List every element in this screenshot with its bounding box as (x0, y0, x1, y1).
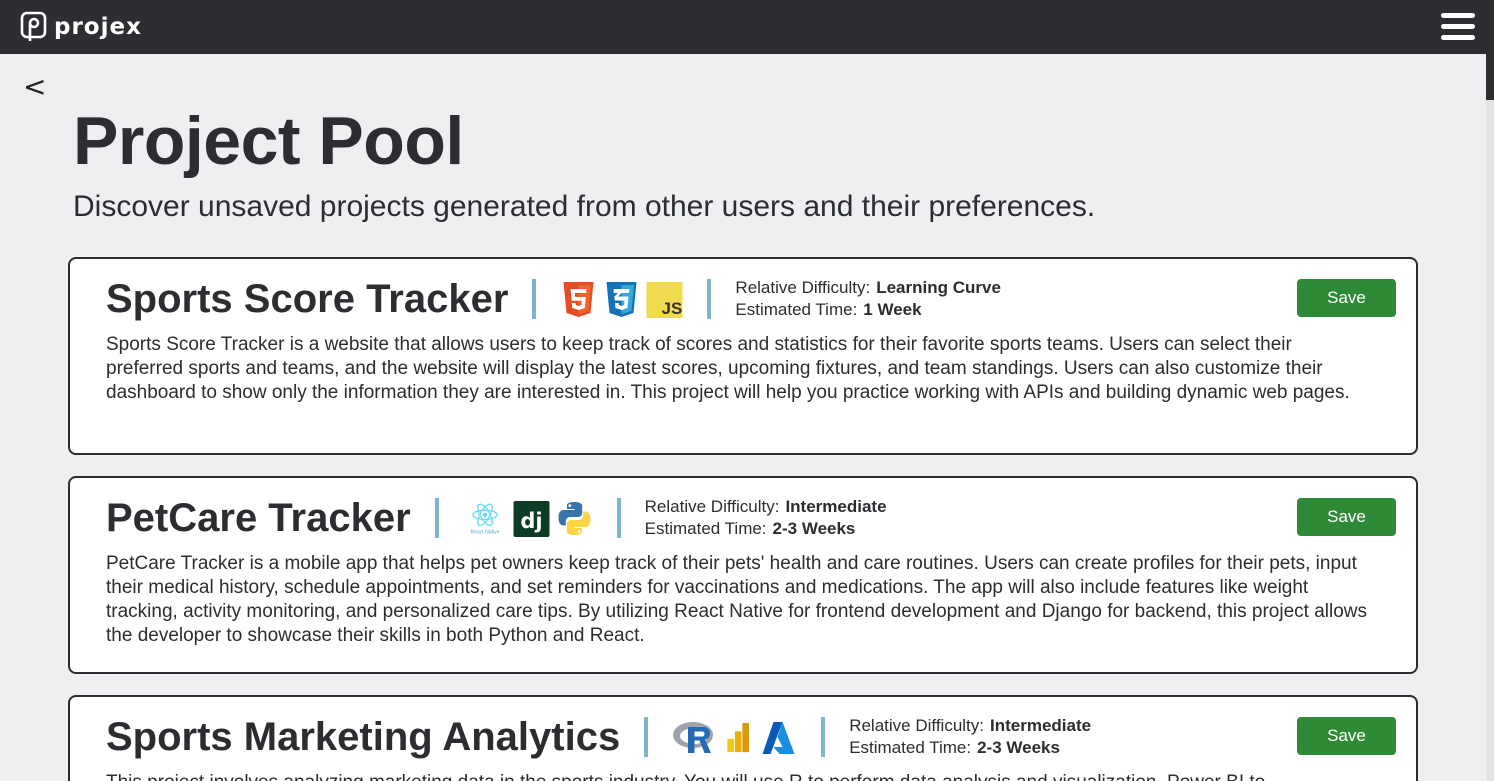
card-header: Sports Score Tracker JS Relative Difficu… (106, 259, 1001, 339)
project-meta: Relative Difficulty: Intermediate Estimat… (849, 715, 1091, 759)
project-meta: Relative Difficulty: Learning Curve Estim… (735, 277, 1001, 321)
time-label: Estimated Time: (644, 519, 767, 538)
project-description: PetCare Tracker is a mobile app that hel… (106, 553, 1367, 646)
difficulty-label: Relative Difficulty: (735, 278, 871, 297)
django-icon: dj (513, 500, 550, 537)
separator (644, 717, 649, 757)
card-header: Sports Marketing Analytics Relative Diff… (106, 697, 1091, 777)
project-description: Sports Score Tracker is a website that a… (106, 334, 1350, 403)
difficulty-value: Intermediate (785, 497, 887, 516)
separator (434, 498, 439, 538)
difficulty-label: Relative Difficulty: (849, 716, 984, 735)
scrollbar[interactable] (1486, 54, 1494, 781)
azure-icon (762, 721, 795, 754)
project-description: This project involves analyzing marketin… (106, 771, 1372, 781)
app-name: projex (54, 14, 142, 40)
time-value: 2-3 Weeks (977, 738, 1060, 757)
card-header: PetCare Tracker React Native dj Relative… (106, 478, 887, 558)
tech-stack: JS (560, 281, 683, 318)
tech-stack (672, 719, 797, 756)
html5-icon (563, 281, 594, 317)
page-subtitle: Discover unsaved projects generated from… (73, 190, 1096, 223)
project-card: PetCare Tracker React Native dj Relative… (68, 476, 1418, 674)
javascript-icon: JS (646, 281, 683, 318)
difficulty-value: Intermediate (990, 716, 1092, 735)
time-value: 1 Week (863, 300, 922, 319)
project-title: PetCare Tracker (106, 495, 411, 540)
time-value: 2-3 Weeks (772, 519, 856, 538)
separator (616, 498, 621, 538)
tech-stack: React Native dj (463, 500, 593, 537)
react-native-label: React Native (470, 529, 499, 535)
save-button[interactable]: Save (1297, 498, 1396, 536)
save-button[interactable]: Save (1297, 717, 1396, 755)
project-card: Sports Marketing Analytics Relative Diff… (68, 695, 1418, 781)
project-meta: Relative Difficulty: Intermediate Estimat… (645, 496, 887, 540)
project-title: Sports Marketing Analytics (106, 714, 621, 759)
save-button[interactable]: Save (1297, 279, 1396, 317)
project-card: Sports Score Tracker JS Relative Difficu… (68, 257, 1418, 455)
python-icon (558, 501, 591, 535)
back-button[interactable]: < (23, 70, 46, 103)
django-label: dj (520, 509, 542, 533)
hamburger-menu-icon[interactable] (1441, 13, 1475, 41)
projex-logo-icon (20, 11, 47, 41)
react-native-icon: React Native (470, 502, 499, 535)
scrollbar-thumb[interactable] (1486, 54, 1494, 100)
top-bar: projex (0, 0, 1494, 54)
time-label: Estimated Time: (735, 300, 858, 319)
project-title: Sports Score Tracker (106, 276, 509, 321)
difficulty-label: Relative Difficulty: (644, 497, 780, 516)
page-title: Project Pool (73, 103, 464, 179)
power-bi-icon (727, 722, 750, 752)
difficulty-value: Learning Curve (876, 278, 1001, 297)
svg-text:JS: JS (662, 299, 683, 318)
separator (821, 717, 826, 757)
time-label: Estimated Time: (849, 738, 972, 757)
app-logo[interactable]: projex (20, 11, 142, 43)
r-icon (673, 721, 714, 753)
separator (532, 279, 537, 319)
separator (707, 279, 712, 319)
css3-icon (606, 281, 637, 317)
